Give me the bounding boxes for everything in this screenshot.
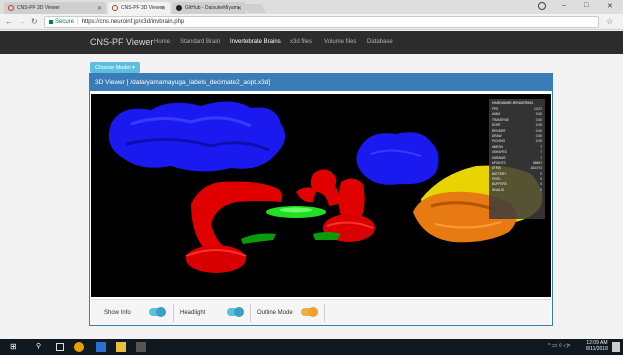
forward-arrow-icon[interactable]: →: [18, 17, 26, 26]
blue-lobe-left: [108, 101, 285, 172]
browser-tab-3[interactable]: GitHub - DaisukeMiyamo ✕: [172, 2, 246, 14]
render-info-overlay: HARDWARE-RENDERING FPS 10.07 ANIM 0.00 TRA…: [489, 99, 545, 219]
chrome-app-icon[interactable]: [74, 342, 84, 352]
lock-icon: [49, 20, 53, 24]
nav-home[interactable]: Home: [154, 39, 170, 45]
red-stalk-center: [310, 169, 340, 206]
nav-database[interactable]: Database: [367, 39, 393, 45]
brain-model-render: [108, 101, 543, 273]
address-bar: ← → ↻ Secure | https://cns.neuroinf.jp/x…: [0, 14, 623, 30]
toggle-knob: [234, 307, 244, 317]
nav-x3d-files[interactable]: x3d files: [290, 39, 312, 45]
control-divider: [250, 304, 251, 322]
file-explorer-icon[interactable]: [116, 342, 126, 352]
tab-label: GitHub - DaisukeMiyamo: [185, 5, 239, 11]
toggle-knob: [308, 307, 318, 317]
outline-mode-toggle[interactable]: [301, 307, 318, 317]
close-tab-icon[interactable]: ✕: [161, 5, 166, 12]
os-taskbar: ⊞ ⚲ ^ ▭ ◊ ◁× 12:09 AM 8/11/2018: [0, 339, 623, 355]
green-fragment-right: [313, 232, 341, 240]
maximize-icon[interactable]: □: [584, 2, 588, 9]
secure-label: Secure: [55, 19, 75, 25]
clock[interactable]: 12:09 AM 8/11/2018: [586, 340, 608, 352]
headlight-label: Headlight: [180, 310, 206, 316]
nav-volume-files[interactable]: Volume files: [324, 39, 356, 45]
viewer-controls: Show Info Headlight Outline Mode: [91, 299, 551, 325]
blue-lobe-right: [356, 132, 439, 185]
close-window-icon[interactable]: ✕: [607, 2, 613, 10]
windows-start-icon[interactable]: ⊞: [10, 342, 20, 352]
control-divider: [324, 304, 325, 322]
clock-date: 8/11/2018: [586, 346, 608, 352]
headlight-toggle[interactable]: [227, 307, 244, 317]
show-info-toggle[interactable]: [149, 307, 166, 317]
minimize-icon[interactable]: –: [562, 2, 566, 9]
bookmark-star-icon[interactable]: ☆: [606, 17, 613, 26]
green-fragment-left: [241, 233, 276, 244]
show-info-label: Show Info: [104, 310, 131, 316]
url-text: https://cns.neuroinf.jp/x3d/invbrain.php: [81, 19, 185, 25]
nav-invertebrate-brains[interactable]: Invertebrate Brains: [230, 39, 281, 45]
url-input[interactable]: Secure | https://cns.neuroinf.jp/x3d/inv…: [44, 16, 599, 28]
tab-label: CNS-PF 3D Viewer: [121, 5, 164, 11]
info-row: INVALID 0: [492, 187, 542, 192]
search-icon[interactable]: ⚲: [36, 342, 46, 352]
browser-tab-2[interactable]: CNS-PF 3D Viewer ✕: [108, 2, 170, 14]
reload-icon[interactable]: ↻: [31, 17, 38, 26]
notification-icon[interactable]: [612, 342, 620, 352]
nav-standard-brain[interactable]: Standard Brain: [180, 39, 220, 45]
back-arrow-icon[interactable]: ←: [5, 17, 13, 26]
url-separator: |: [77, 19, 79, 25]
close-tab-icon[interactable]: ✕: [97, 5, 102, 12]
site-favicon-icon: [8, 5, 14, 11]
site-brand[interactable]: CNS-PF Viewer: [90, 37, 153, 47]
tab-label: CNS-PF 3D Viewer: [17, 5, 60, 11]
red-stalk-left: [191, 181, 283, 256]
site-navbar: CNS-PF Viewer Home Standard Brain Invert…: [0, 31, 623, 54]
outline-mode-label: Outline Mode: [257, 310, 293, 316]
app-icon[interactable]: [96, 342, 106, 352]
toggle-knob: [156, 307, 166, 317]
choose-model-button[interactable]: Choose Model ▾: [90, 62, 140, 73]
info-header: HARDWARE-RENDERING: [492, 101, 534, 105]
system-tray-icons[interactable]: ^ ▭ ◊ ◁×: [548, 343, 571, 349]
site-favicon-icon: [112, 5, 118, 11]
viewer-panel: 3D Viewer [ /data/yamamayuga_labels_deci…: [89, 73, 553, 326]
task-view-icon[interactable]: [56, 343, 64, 351]
new-tab-button[interactable]: [243, 4, 267, 13]
browser-tab-1[interactable]: CNS-PF 3D Viewer ✕: [4, 2, 106, 14]
viewer-title: 3D Viewer [ /data/yamamayuga_labels_deci…: [90, 74, 552, 91]
user-profile-icon[interactable]: [538, 2, 546, 10]
control-divider: [173, 304, 174, 322]
x3d-canvas[interactable]: HARDWARE-RENDERING FPS 10.07 ANIM 0.00 TRA…: [91, 94, 551, 297]
app-icon[interactable]: [136, 342, 146, 352]
browser-tab-strip: CNS-PF 3D Viewer ✕ CNS-PF 3D Viewer ✕ Gi…: [0, 0, 623, 14]
github-favicon-icon: [176, 5, 182, 11]
close-tab-icon[interactable]: ✕: [237, 5, 242, 12]
